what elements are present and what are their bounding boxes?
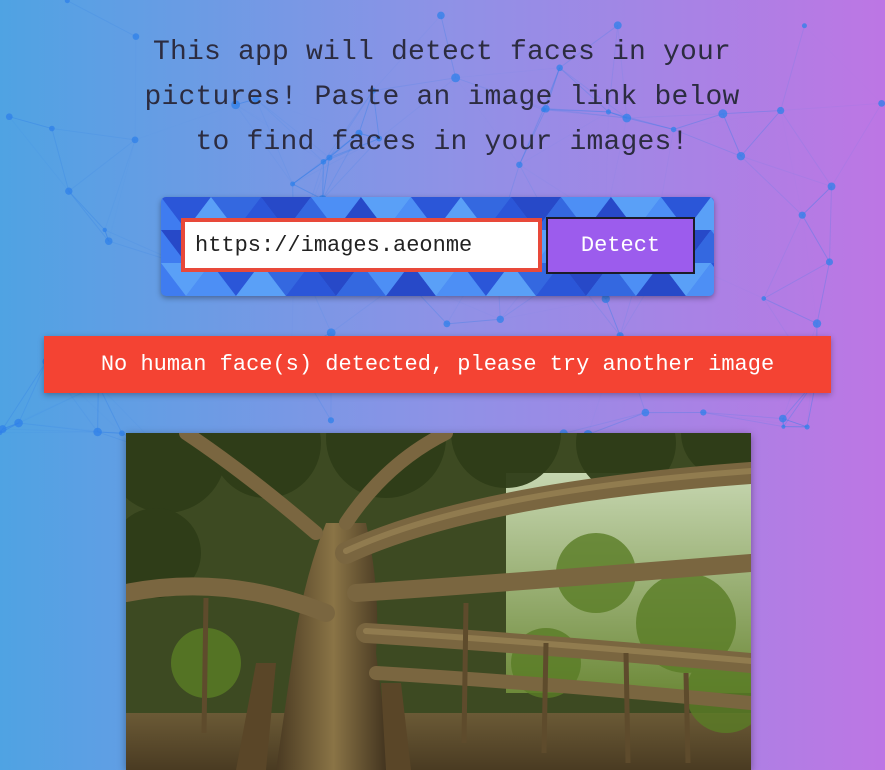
uploaded-image <box>126 433 751 770</box>
intro-line: pictures! Paste an image link below <box>144 82 740 113</box>
detect-button[interactable]: Detect <box>546 217 695 274</box>
intro-line: to find faces in your images! <box>195 127 689 158</box>
intro-line: This app will detect faces in your <box>152 37 732 68</box>
image-url-input[interactable] <box>181 218 542 272</box>
banyan-tree-photo <box>126 433 751 770</box>
no-face-error-banner: No human face(s) detected, please try an… <box>44 336 831 393</box>
intro-text: This app will detect faces in your pictu… <box>92 30 792 165</box>
